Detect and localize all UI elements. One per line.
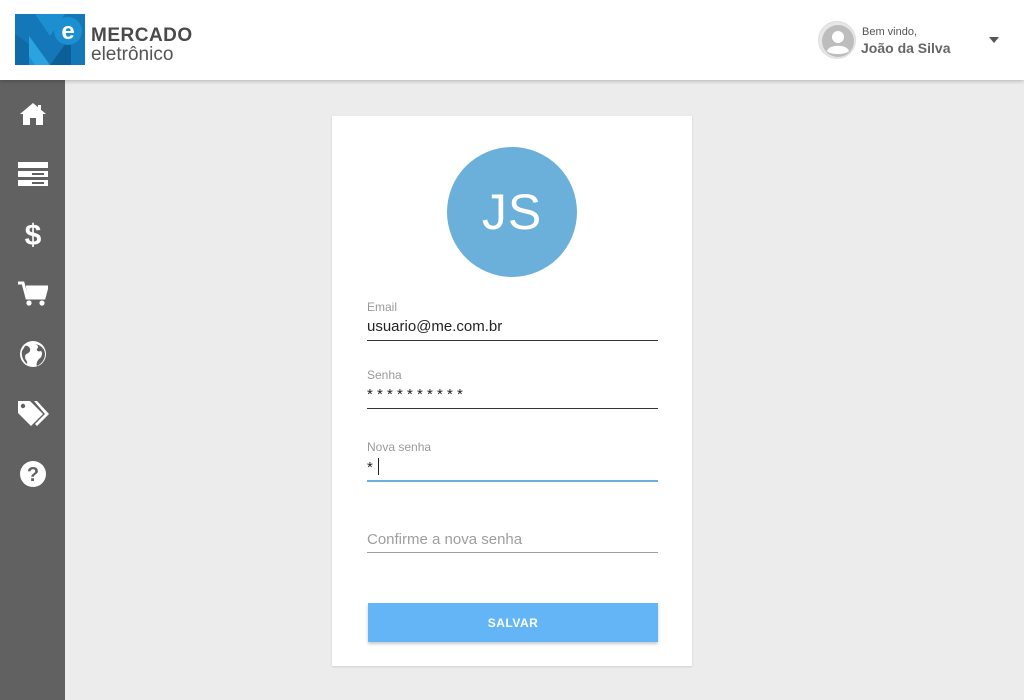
- new-password-field[interactable]: Nova senha *: [367, 440, 658, 482]
- user-menu[interactable]: Bem vindo, João da Silva: [818, 21, 1008, 61]
- logo-mark-letter: e: [61, 18, 74, 45]
- profile-avatar: JS: [447, 147, 577, 277]
- user-avatar[interactable]: [818, 21, 856, 59]
- sidebar-item-help[interactable]: ?: [0, 444, 65, 504]
- new-password-underline: [367, 480, 658, 482]
- svg-text:$: $: [24, 219, 41, 250]
- server-icon: [17, 162, 48, 186]
- dollar-icon: $: [24, 219, 41, 250]
- email-label: Email: [367, 300, 398, 314]
- password-label: Senha: [367, 368, 402, 382]
- confirm-password-placeholder[interactable]: Confirme a nova senha: [367, 531, 522, 548]
- password-underline: [367, 408, 658, 409]
- password-field[interactable]: Senha * * * * * * * * * *: [367, 368, 658, 410]
- globe-icon: [19, 341, 46, 367]
- profile-card: JS Email usuario@me.com.br Senha * * * *…: [332, 116, 692, 666]
- home-icon: [19, 103, 46, 125]
- user-placeholder-icon: [822, 25, 854, 57]
- user-name: João da Silva: [861, 40, 951, 56]
- email-underline: [367, 340, 658, 341]
- email-value[interactable]: usuario@me.com.br: [367, 318, 502, 335]
- logo[interactable]: e MERCADO eletrônico: [15, 14, 195, 66]
- sidebar-item-servers[interactable]: [0, 144, 65, 204]
- svg-text:?: ?: [26, 464, 38, 486]
- sidebar-item-finance[interactable]: $: [0, 204, 65, 264]
- welcome-text: Bem vindo,: [862, 26, 918, 38]
- chevron-down-icon[interactable]: [989, 37, 999, 43]
- sidebar-item-cart[interactable]: [0, 264, 65, 324]
- save-button[interactable]: SALVAR: [368, 603, 658, 642]
- tags-icon: [17, 401, 49, 426]
- sidebar: $ ?: [0, 80, 65, 700]
- password-value[interactable]: * * * * * * * * * *: [367, 386, 463, 403]
- sidebar-item-tags[interactable]: [0, 384, 65, 444]
- confirm-password-underline: [367, 552, 658, 553]
- top-header: e MERCADO eletrônico Bem vindo, João da …: [0, 0, 1024, 80]
- confirm-password-field[interactable]: Confirme a nova senha: [367, 526, 658, 556]
- cart-icon: [17, 281, 48, 306]
- email-field[interactable]: Email usuario@me.com.br: [367, 300, 658, 342]
- sidebar-item-home[interactable]: [0, 84, 65, 144]
- help-icon: ?: [19, 461, 46, 487]
- new-password-value[interactable]: *: [367, 459, 373, 476]
- logo-line2: eletrônico: [91, 44, 174, 65]
- mercado-eletronico-logo-icon: e: [15, 14, 85, 65]
- text-cursor: [377, 458, 379, 475]
- new-password-label: Nova senha: [367, 440, 432, 454]
- sidebar-item-global[interactable]: [0, 324, 65, 384]
- logo-line1: MERCADO: [91, 25, 193, 46]
